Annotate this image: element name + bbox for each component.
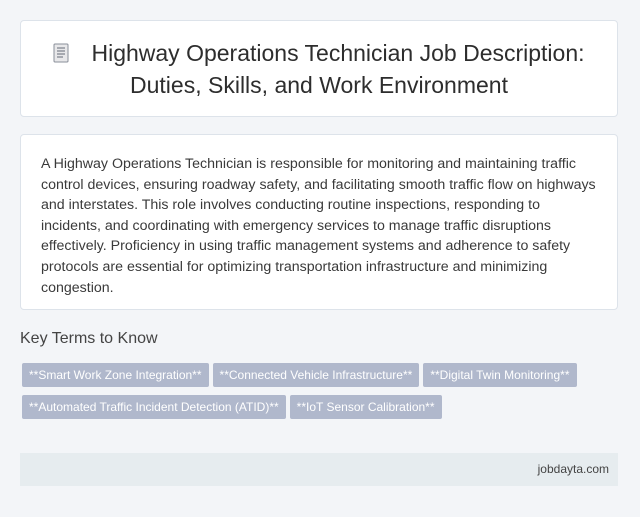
term-tag[interactable]: **Digital Twin Monitoring** (423, 363, 577, 387)
title-card: Highway Operations Technician Job Descri… (20, 20, 618, 117)
description-text: A Highway Operations Technician is respo… (41, 156, 596, 296)
term-tag[interactable]: **IoT Sensor Calibration** (289, 395, 442, 419)
description-card: A Highway Operations Technician is respo… (20, 134, 618, 310)
page-title: Highway Operations Technician Job Descri… (49, 37, 589, 101)
key-terms-tags: **Smart Work Zone Integration** **Connect… (22, 363, 622, 427)
footer-site-link[interactable]: jobdayta.com (538, 462, 609, 476)
document-icon (53, 39, 69, 62)
term-tag[interactable]: **Smart Work Zone Integration** (22, 363, 209, 387)
footer: jobdayta.com (20, 453, 618, 486)
key-terms-heading: Key Terms to Know (20, 330, 158, 347)
term-tag[interactable]: **Automated Traffic Incident Detection (… (22, 395, 286, 419)
page-title-text: Highway Operations Technician Job Descri… (91, 39, 585, 98)
term-tag[interactable]: **Connected Vehicle Infrastructure** (212, 363, 420, 387)
